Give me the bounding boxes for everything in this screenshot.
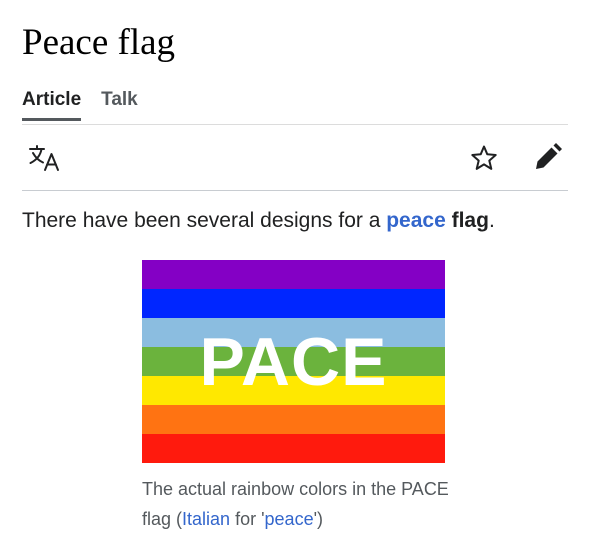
tabs-divider bbox=[22, 124, 568, 125]
flag-bold-text: flag bbox=[451, 209, 489, 232]
caption-peace-link[interactable]: peace bbox=[265, 509, 314, 529]
intro-text: There have been several designs for a bbox=[22, 209, 387, 232]
flag-stripe-6 bbox=[142, 405, 445, 434]
intro-period: . bbox=[488, 209, 495, 232]
page-title: Peace flag bbox=[22, 22, 176, 63]
star-icon[interactable] bbox=[470, 144, 498, 172]
flag-stripe-1 bbox=[142, 260, 445, 289]
peace-link[interactable]: peace bbox=[386, 209, 446, 232]
peace-flag-image[interactable]: PACE bbox=[142, 260, 445, 463]
tabs: Article Talk bbox=[22, 86, 158, 121]
intro-paragraph: There have been several designs for a pe… bbox=[22, 207, 495, 235]
caption-text-2: for ' bbox=[230, 509, 265, 529]
tab-talk[interactable]: Talk bbox=[101, 86, 138, 121]
translate-icon[interactable] bbox=[28, 144, 60, 172]
image-caption: The actual rainbow colors in the PACE fl… bbox=[142, 474, 462, 534]
flag-pace-text: PACE bbox=[199, 323, 388, 400]
tab-article[interactable]: Article bbox=[22, 86, 82, 121]
flag-stripe-7 bbox=[142, 434, 445, 463]
italian-link[interactable]: Italian bbox=[182, 509, 230, 529]
caption-text-3: ') bbox=[313, 509, 324, 529]
toolbar-divider bbox=[22, 190, 568, 191]
flag-stripe-2 bbox=[142, 289, 445, 318]
pencil-icon[interactable] bbox=[533, 142, 563, 172]
